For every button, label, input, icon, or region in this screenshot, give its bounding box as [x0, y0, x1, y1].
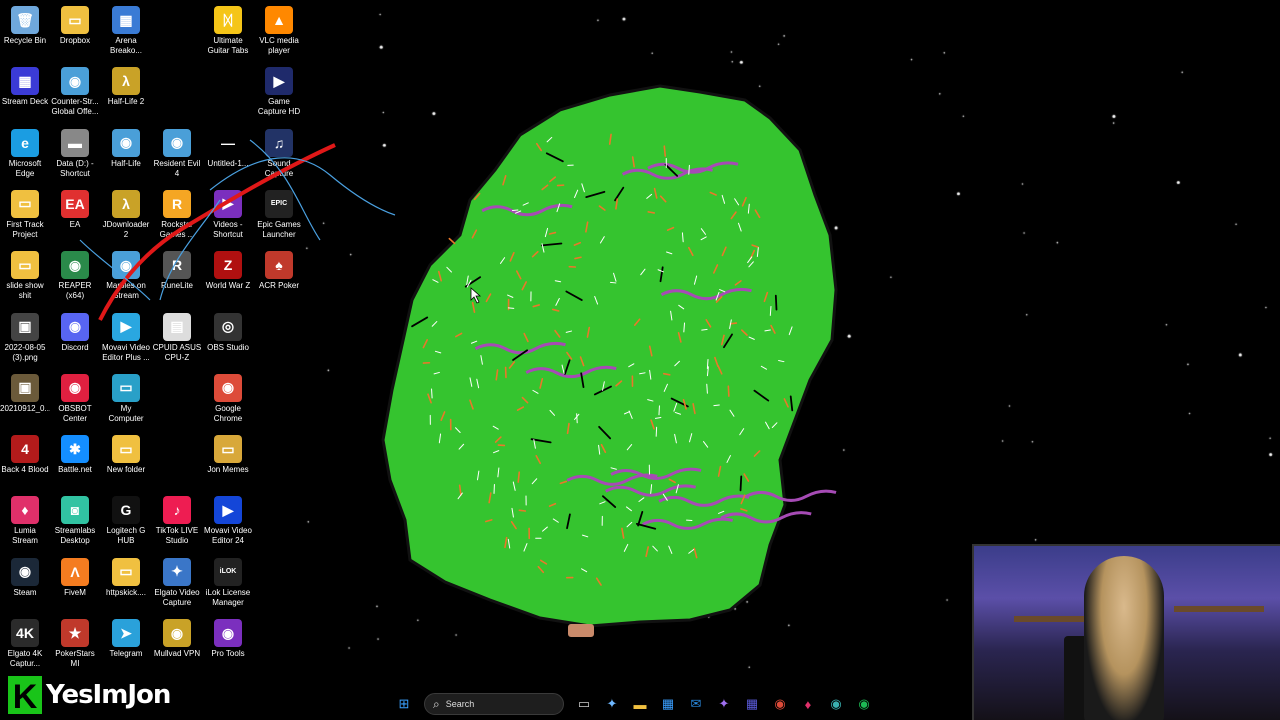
paint-stroke [576, 413, 578, 424]
webcam-overlay [972, 544, 1280, 720]
start-icon[interactable]: ⊞ [393, 693, 415, 715]
logo-letter: K [6, 674, 44, 716]
task-view-icon[interactable]: ▭ [573, 693, 595, 715]
paint-stroke [517, 471, 521, 483]
paint-stroke [688, 164, 690, 175]
paint-stroke [774, 294, 778, 311]
mail-icon[interactable]: ✉ [685, 693, 707, 715]
file-explorer-icon[interactable]: ▬ [629, 693, 651, 715]
tree-stump [568, 624, 594, 637]
paint-stroke [431, 388, 433, 399]
copilot-app-icon[interactable]: ✦ [713, 693, 735, 715]
paint-stroke [609, 281, 617, 284]
paint-stroke [727, 385, 730, 397]
lumia-icon[interactable]: ♦ [797, 693, 819, 715]
taskbar: ⊞ ⌕ Search ▭ ✦ ▬ ▦ ✉ ✦ ▦ ◉ ♦ ◉ ◉ [390, 692, 900, 716]
paint-stroke [713, 404, 720, 407]
green-blob [381, 84, 838, 628]
paint-stroke [729, 322, 738, 325]
paint-stroke [769, 305, 772, 316]
red-scribble [98, 143, 336, 321]
search-icon: ⌕ [433, 696, 440, 711]
paint-stroke [647, 211, 656, 214]
chrome-icon[interactable]: ◉ [769, 693, 791, 715]
paint-stroke [518, 509, 527, 512]
streamer [1084, 556, 1164, 720]
app-icon[interactable]: ◉ [825, 693, 847, 715]
paint-stroke [662, 372, 671, 376]
stream-deck-icon[interactable]: ▦ [741, 693, 763, 715]
paint-stroke [683, 322, 686, 333]
taskbar-search[interactable]: ⌕ Search [424, 693, 564, 715]
paint-stroke [739, 475, 743, 492]
copilot-icon[interactable]: ✦ [601, 693, 623, 715]
spotify-icon[interactable]: ◉ [853, 693, 875, 715]
store-icon[interactable]: ▦ [657, 693, 679, 715]
paint-stroke [511, 209, 519, 212]
channel-name: YesImJon [46, 680, 171, 710]
channel-logo: K YesImJon [6, 674, 171, 716]
search-label: Search [445, 699, 475, 709]
paint-stroke [663, 145, 667, 157]
paint-stroke [706, 383, 708, 394]
